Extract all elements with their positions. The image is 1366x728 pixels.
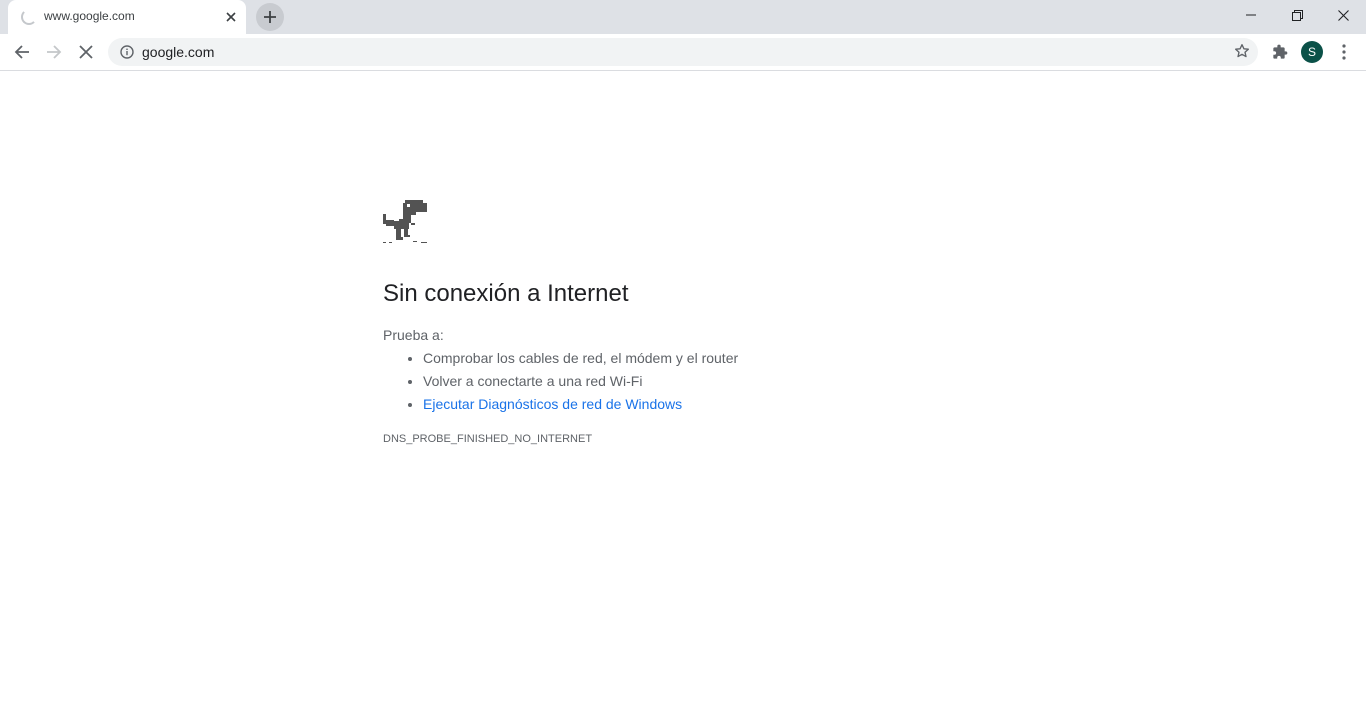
dino-icon[interactable]	[383, 200, 429, 246]
url-text[interactable]: google.com	[142, 44, 214, 60]
stop-icon	[79, 45, 93, 59]
extensions-puzzle-icon	[1273, 44, 1288, 59]
run-diagnostics-link[interactable]: Ejecutar Diagnósticos de red de Windows	[423, 396, 682, 412]
restore-button[interactable]	[1274, 0, 1320, 30]
info-icon[interactable]	[120, 45, 134, 64]
suggestion-item: Volver a conectarte a una red Wi-Fi	[423, 370, 738, 393]
stop-button[interactable]	[70, 36, 102, 68]
forward-arrow-icon	[47, 45, 62, 59]
back-arrow-icon	[14, 45, 29, 59]
profile-avatar[interactable]: S	[1301, 41, 1323, 63]
minimize-icon	[1246, 14, 1256, 16]
suggestions-list: Comprobar los cables de red, el módem y …	[383, 347, 738, 416]
suggestions-title: Prueba a:	[383, 327, 444, 343]
suggestion-item: Comprobar los cables de red, el módem y …	[423, 347, 738, 370]
address-bar[interactable]: google.com	[108, 38, 1258, 66]
extensions-button[interactable]	[1264, 36, 1296, 68]
tab-title: www.google.com	[44, 9, 135, 23]
suggestion-item-link-wrapper: Ejecutar Diagnósticos de red de Windows	[423, 393, 738, 416]
menu-dots-icon	[1342, 44, 1346, 60]
close-icon[interactable]	[222, 8, 240, 26]
new-tab-button[interactable]	[256, 3, 284, 31]
browser-toolbar: google.com S	[0, 34, 1366, 71]
plus-icon	[264, 11, 276, 23]
tab-active[interactable]: www.google.com	[8, 0, 246, 34]
star-icon[interactable]	[1234, 43, 1250, 64]
forward-button[interactable]	[38, 36, 70, 68]
restore-icon	[1291, 9, 1303, 21]
back-button[interactable]	[6, 36, 38, 68]
minimize-button[interactable]	[1228, 0, 1274, 30]
menu-button[interactable]	[1328, 36, 1360, 68]
window-close-icon	[1337, 9, 1349, 21]
error-heading: Sin conexión a Internet	[383, 280, 629, 307]
loading-spinner-icon	[21, 9, 37, 25]
tab-strip: www.google.com	[0, 0, 1366, 34]
error-code: DNS_PROBE_FINISHED_NO_INTERNET	[383, 433, 593, 445]
window-close-button[interactable]	[1320, 0, 1366, 30]
